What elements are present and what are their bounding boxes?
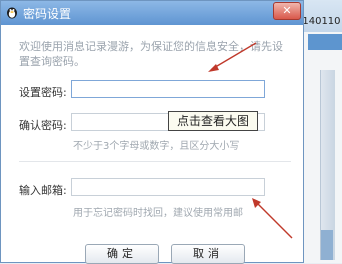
view-large-image-tooltip[interactable]: 点击查看大图 [168,111,258,131]
set-password-label: 设置密码: [19,86,67,99]
password-hint: 不少于3个字母或数字，且区分大小写 [73,141,240,152]
red-arrow-icon [208,42,257,72]
ok-button[interactable]: 确定 [85,244,159,264]
email-input[interactable] [71,178,265,196]
section-divider [19,161,291,162]
confirm-password-label: 确认密码: [19,119,67,132]
set-password-input[interactable] [71,80,265,98]
email-label: 输入邮箱: [19,184,67,197]
background-scrollbar-thumb[interactable] [321,230,333,260]
dialog-titlebar[interactable]: 密码设置 ✕ [1,1,303,25]
close-icon: ✕ [282,4,292,17]
cancel-button[interactable]: 取消 [171,244,245,264]
red-arrow-icon [252,198,293,239]
close-button[interactable]: ✕ [273,2,301,20]
dialog-title: 密码设置 [23,7,72,21]
email-hint: 用于忘记密码时找回，建议使用常用邮 [73,208,243,219]
qq-penguin-icon [7,7,17,19]
background-blue-strip [308,34,342,50]
